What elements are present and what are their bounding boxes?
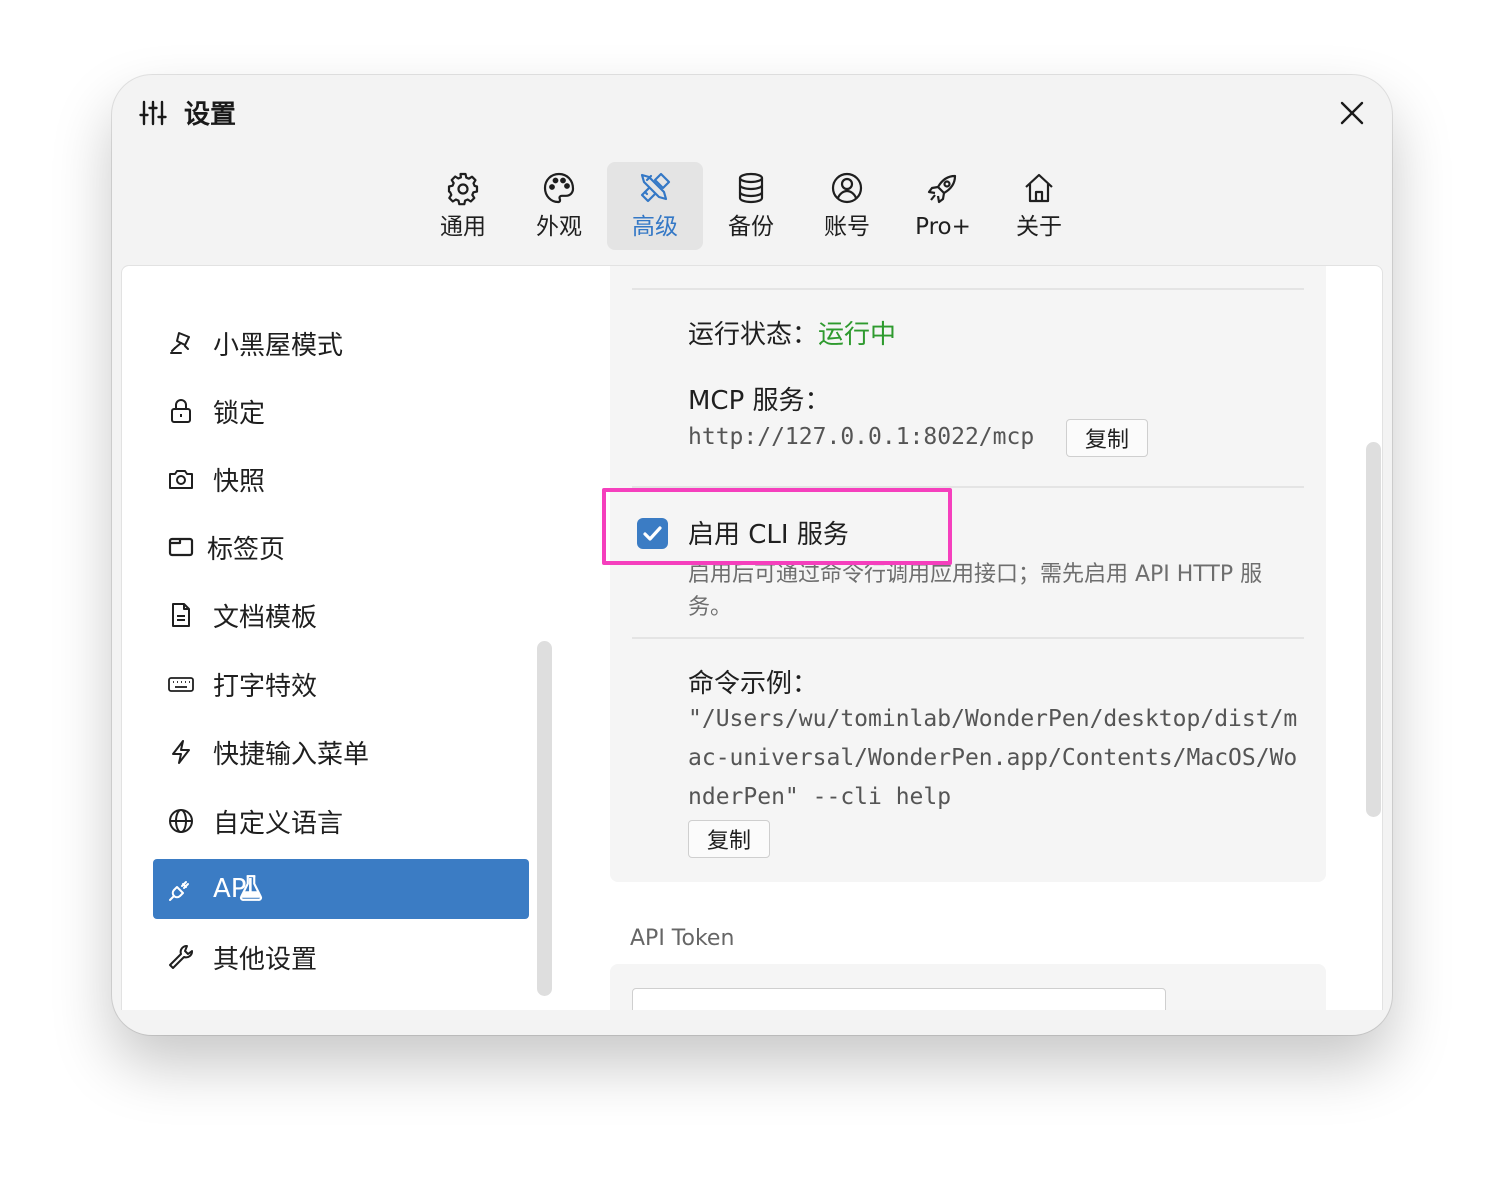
gear-icon bbox=[447, 172, 479, 206]
sidebar-scrollbar[interactable] bbox=[537, 641, 552, 996]
lightning-icon bbox=[172, 740, 190, 764]
cli-enable-label[interactable]: 启用 CLI 服务 bbox=[688, 514, 849, 551]
content-area: 小黑屋模式 锁定 快照 标签页 文档模板 打字特效 快捷输入菜单 自定义语言 A… bbox=[121, 265, 1383, 1010]
close-icon[interactable] bbox=[1336, 97, 1368, 129]
cli-description: 启用后可通过命令行调用应用接口；需先启用 API HTTP 服务。 bbox=[688, 562, 1263, 620]
status-value: 运行中 bbox=[818, 320, 897, 350]
api-token-card bbox=[610, 964, 1326, 1010]
tab-label: 通用 bbox=[440, 214, 486, 240]
tab-pro[interactable]: Pro+ bbox=[895, 162, 991, 250]
sidebar-item-label: 文档模板 bbox=[213, 602, 318, 633]
sidebar-item-snapshot[interactable]: 快照 bbox=[153, 449, 529, 509]
camera-icon bbox=[169, 470, 193, 489]
wrench-icon bbox=[169, 945, 193, 969]
palette-icon bbox=[543, 172, 575, 204]
tab-label: 账号 bbox=[824, 214, 870, 240]
tab-account[interactable]: 账号 bbox=[799, 162, 895, 250]
sidebar: 小黑屋模式 锁定 快照 标签页 文档模板 打字特效 快捷输入菜单 自定义语言 A… bbox=[122, 266, 562, 1010]
sliders-icon bbox=[139, 100, 167, 126]
lamp-icon bbox=[170, 332, 190, 354]
sidebar-item-label: 小黑屋模式 bbox=[213, 330, 344, 361]
tab-backup[interactable]: 备份 bbox=[703, 162, 799, 250]
tab-about[interactable]: 关于 bbox=[991, 162, 1087, 250]
sidebar-item-label: 其他设置 bbox=[213, 944, 318, 975]
checkmark-icon bbox=[643, 526, 662, 541]
sidebar-item-typing-effects[interactable]: 打字特效 bbox=[153, 654, 529, 714]
sidebar-item-other-settings[interactable]: 其他设置 bbox=[153, 927, 529, 987]
mcp-label: MCP 服务： bbox=[688, 386, 831, 416]
home-icon bbox=[1025, 173, 1053, 203]
mcp-url: http://127.0.0.1:8022/mcp bbox=[688, 424, 1035, 450]
tab-label: 高级 bbox=[632, 214, 678, 240]
tab-general[interactable]: 通用 bbox=[415, 162, 511, 250]
tools-icon bbox=[640, 172, 671, 203]
sidebar-item-templates[interactable]: 文档模板 bbox=[153, 585, 529, 645]
divider bbox=[632, 288, 1304, 290]
window-title: 设置 bbox=[184, 100, 237, 130]
api-settings-card: 运行状态：运行中 MCP 服务： http://127.0.0.1:8022/m… bbox=[602, 266, 1326, 882]
keyboard-icon bbox=[168, 677, 194, 692]
copy-command-button[interactable]: 复制 bbox=[688, 820, 771, 858]
document-icon bbox=[172, 603, 190, 627]
sidebar-item-label: 锁定 bbox=[213, 398, 266, 429]
settings-window: 设置 通用 外观 高级 备份 账号 Pro+ 关于 小黑屋模式 锁定 快照 标签… bbox=[112, 75, 1392, 1035]
sidebar-item-custom-language[interactable]: 自定义语言 bbox=[153, 791, 529, 851]
sidebar-item-label: 标签页 bbox=[207, 534, 286, 565]
sidebar-item-label: 自定义语言 bbox=[213, 808, 344, 839]
database-icon bbox=[738, 172, 764, 204]
plug-icon bbox=[169, 881, 189, 901]
divider bbox=[632, 486, 1304, 488]
sidebar-item-quick-input[interactable]: 快捷输入菜单 bbox=[153, 722, 529, 782]
rocket-icon bbox=[927, 174, 957, 204]
settings-tabs: 通用 外观 高级 备份 账号 Pro+ 关于 bbox=[415, 162, 1087, 250]
tab-label: 关于 bbox=[1016, 214, 1062, 240]
sidebar-item-focus-mode[interactable]: 小黑屋模式 bbox=[153, 313, 529, 373]
sidebar-item-api[interactable]: API bbox=[153, 859, 529, 919]
api-token-label: API Token bbox=[630, 926, 735, 951]
globe-icon bbox=[169, 809, 193, 833]
cli-enable-checkbox[interactable] bbox=[637, 518, 668, 549]
sidebar-item-tabs[interactable]: 标签页 bbox=[153, 517, 529, 577]
tab-window-icon bbox=[168, 537, 194, 557]
flask-icon bbox=[239, 875, 263, 901]
tab-label: 外观 bbox=[536, 214, 582, 240]
status-row: 运行状态：运行中 bbox=[688, 314, 896, 351]
tab-label: Pro+ bbox=[915, 214, 971, 240]
cmd-example-value: "/Users/wu/tominlab/WonderPen/desktop/di… bbox=[688, 706, 1298, 810]
sidebar-item-label: 快照 bbox=[213, 466, 266, 497]
sidebar-item-label: API bbox=[213, 874, 263, 904]
title-bar: 设置 bbox=[112, 75, 1392, 150]
sidebar-item-lock[interactable]: 锁定 bbox=[153, 381, 529, 441]
tab-advanced[interactable]: 高级 bbox=[607, 162, 703, 250]
user-circle-icon bbox=[831, 172, 863, 204]
divider bbox=[632, 637, 1304, 639]
sidebar-item-label: 打字特效 bbox=[213, 671, 318, 702]
api-settings-panel: 运行状态：运行中 MCP 服务： http://127.0.0.1:8022/m… bbox=[562, 266, 1382, 1010]
tab-appearance[interactable]: 外观 bbox=[511, 162, 607, 250]
status-label: 运行状态： bbox=[688, 320, 819, 350]
sidebar-item-label: 快捷输入菜单 bbox=[213, 739, 370, 770]
api-token-input[interactable] bbox=[632, 988, 1166, 1010]
copy-mcp-url-button[interactable]: 复制 bbox=[1066, 419, 1149, 457]
main-scrollbar[interactable] bbox=[1366, 442, 1381, 817]
lock-icon bbox=[171, 399, 191, 423]
tab-label: 备份 bbox=[728, 214, 774, 240]
cmd-example-label: 命令示例： bbox=[688, 669, 819, 699]
